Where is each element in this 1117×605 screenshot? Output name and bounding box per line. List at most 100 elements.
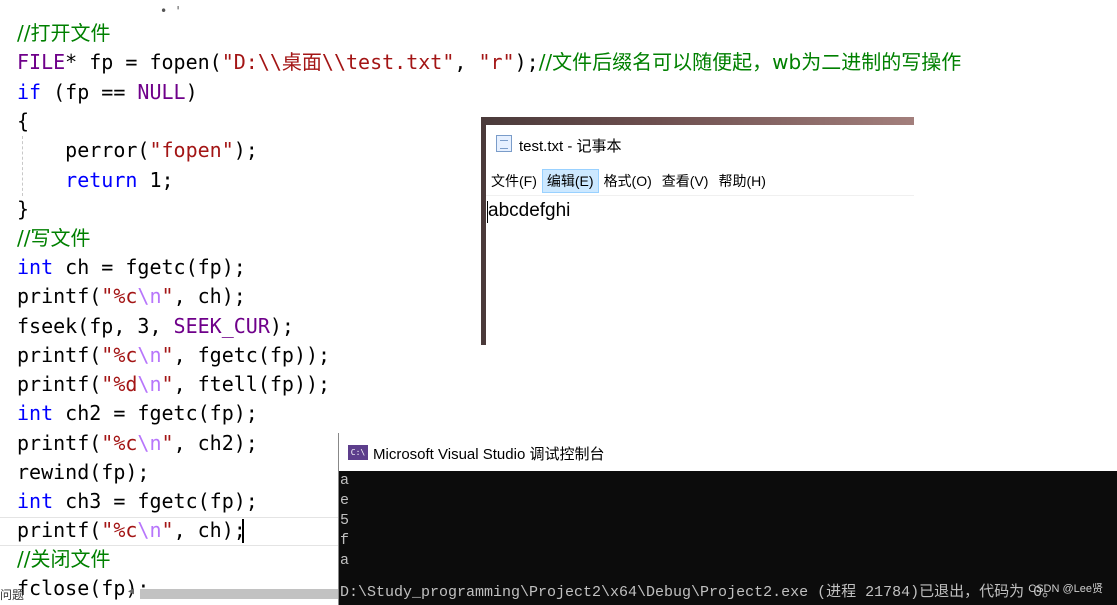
- code-macro: NULL: [137, 80, 186, 104]
- code-token: , ch2);: [173, 431, 258, 455]
- console-title: Microsoft Visual Studio 调试控制台: [373, 446, 605, 463]
- code-line: //打开文件: [17, 19, 110, 48]
- text-caret: [242, 519, 244, 543]
- code-token: ch = fgetc(fp);: [53, 255, 246, 279]
- notepad-titlebar[interactable]: test.txt - 记事本: [486, 125, 914, 163]
- notepad-menubar: 文件(F) 编辑(E) 格式(O) 查看(V) 帮助(H): [486, 169, 914, 193]
- code-keyword: if: [17, 80, 42, 104]
- code-line: printf("%c\n", ch);: [17, 282, 246, 311]
- code-line: }: [17, 195, 29, 224]
- code-string: "D:\\桌面\\test.txt": [221, 50, 455, 74]
- menu-file[interactable]: 文件(F): [486, 169, 542, 193]
- code-token: printf(: [17, 431, 102, 455]
- code-line: int ch = fgetc(fp);: [17, 253, 246, 282]
- code-string: ": [161, 431, 174, 455]
- code-line: int ch3 = fgetc(fp);: [17, 487, 258, 516]
- code-comment: //关闭文件: [17, 547, 111, 571]
- menu-edit[interactable]: 编辑(E): [541, 169, 599, 193]
- code-token: * fp = fopen(: [65, 50, 222, 74]
- notepad-window[interactable]: test.txt - 记事本 文件(F) 编辑(E) 格式(O) 查看(V) 帮…: [481, 117, 914, 345]
- code-token: ch3 = fgetc(fp);: [53, 489, 258, 513]
- notepad-title: test.txt - 记事本: [519, 138, 622, 155]
- code-token: ,: [454, 50, 479, 74]
- code-token: \n: [137, 343, 162, 367]
- notepad-client: test.txt - 记事本 文件(F) 编辑(E) 格式(O) 查看(V) 帮…: [486, 125, 914, 345]
- menu-help[interactable]: 帮助(H): [713, 169, 770, 193]
- debug-console-window[interactable]: C:\ Microsoft Visual Studio 调试控制台 a e 5 …: [338, 433, 1117, 605]
- code-token: , ch);: [173, 518, 246, 542]
- console-exit-message: D:\Study_programming\Project2\x64\Debug\…: [340, 584, 1058, 601]
- code-token: fseek(fp, 3,: [17, 314, 174, 338]
- code-string: "%c: [101, 343, 138, 367]
- console-titlebar[interactable]: C:\ Microsoft Visual Studio 调试控制台: [339, 433, 1117, 471]
- code-macro: FILE: [17, 50, 66, 74]
- code-string: "%c: [101, 431, 138, 455]
- code-comment: //文件后缀名可以随便起，wb为二进制的写操作: [538, 50, 962, 74]
- menu-format[interactable]: 格式(O): [599, 169, 657, 193]
- console-output-line: 5: [340, 512, 350, 529]
- csdn-watermark: CSDN @Lee贤: [1028, 583, 1103, 595]
- horizontal-scrollbar[interactable]: [140, 589, 340, 599]
- scroll-left-arrow-icon[interactable]: ◀: [128, 586, 134, 597]
- notepad-content: abcdefghi: [488, 200, 571, 221]
- error-list-tab[interactable]: 问题: [0, 586, 24, 603]
- editor-marker-dots: • ': [160, 4, 182, 18]
- code-token: , ftell(fp));: [173, 372, 331, 396]
- code-comment: //打开文件: [17, 21, 111, 45]
- code-token: );: [514, 50, 539, 74]
- code-string: "fopen": [149, 138, 234, 162]
- code-line: printf("%c\n", ch);: [17, 516, 246, 545]
- code-token: , ch);: [173, 284, 246, 308]
- code-token: printf(: [17, 343, 102, 367]
- code-token: \n: [137, 284, 162, 308]
- console-output-line: e: [340, 492, 350, 509]
- code-line: {: [17, 107, 29, 136]
- code-line: fseek(fp, 3, SEEK_CUR);: [17, 312, 294, 341]
- code-line: //关闭文件: [17, 545, 110, 574]
- code-token: {: [17, 109, 30, 133]
- code-token: rewind(fp);: [17, 460, 150, 484]
- code-token: ): [185, 80, 198, 104]
- console-output-line: a: [340, 552, 350, 569]
- code-line: return 1;: [17, 166, 174, 195]
- notepad-icon: [496, 135, 512, 152]
- code-line: printf("%c\n", ch2);: [17, 429, 258, 458]
- code-string: "%c: [101, 284, 138, 308]
- code-token: ch2 = fgetc(fp);: [53, 401, 258, 425]
- code-string: ": [161, 284, 174, 308]
- code-comment: //写文件: [17, 226, 91, 250]
- menu-view[interactable]: 查看(V): [657, 169, 714, 193]
- code-token: \n: [137, 518, 162, 542]
- code-line: rewind(fp);: [17, 458, 149, 487]
- code-keyword: int: [17, 255, 54, 279]
- code-keyword: int: [17, 489, 54, 513]
- code-line: //写文件: [17, 224, 90, 253]
- code-line: FILE* fp = fopen("D:\\桌面\\test.txt", "r"…: [17, 48, 961, 77]
- code-token: );: [233, 138, 258, 162]
- code-token: 1;: [137, 168, 174, 192]
- code-string: "%d: [101, 372, 138, 396]
- code-macro: SEEK_CUR: [173, 314, 270, 338]
- code-string: ": [161, 343, 174, 367]
- console-app-icon: C:\: [348, 445, 368, 460]
- code-line: printf("%c\n", fgetc(fp));: [17, 341, 330, 370]
- code-token: perror(: [17, 138, 150, 162]
- code-token: printf(: [17, 284, 102, 308]
- code-token: printf(: [17, 372, 102, 396]
- code-line: int ch2 = fgetc(fp);: [17, 399, 258, 428]
- code-string: ": [161, 518, 174, 542]
- console-output-line: a: [340, 472, 350, 489]
- code-token: \n: [137, 372, 162, 396]
- code-string: ": [161, 372, 174, 396]
- code-token: printf(: [17, 518, 102, 542]
- code-string: "r": [478, 50, 515, 74]
- code-line: printf("%d\n", ftell(fp));: [17, 370, 330, 399]
- code-keyword: int: [17, 401, 54, 425]
- console-output[interactable]: a e 5 f a D:\Study_programming\Project2\…: [339, 471, 1117, 605]
- notepad-text-area[interactable]: abcdefghi: [486, 195, 914, 345]
- code-token: );: [269, 314, 294, 338]
- code-token: (fp ==: [41, 80, 138, 104]
- code-line: perror("fopen");: [17, 136, 258, 165]
- code-line: if (fp == NULL): [17, 78, 198, 107]
